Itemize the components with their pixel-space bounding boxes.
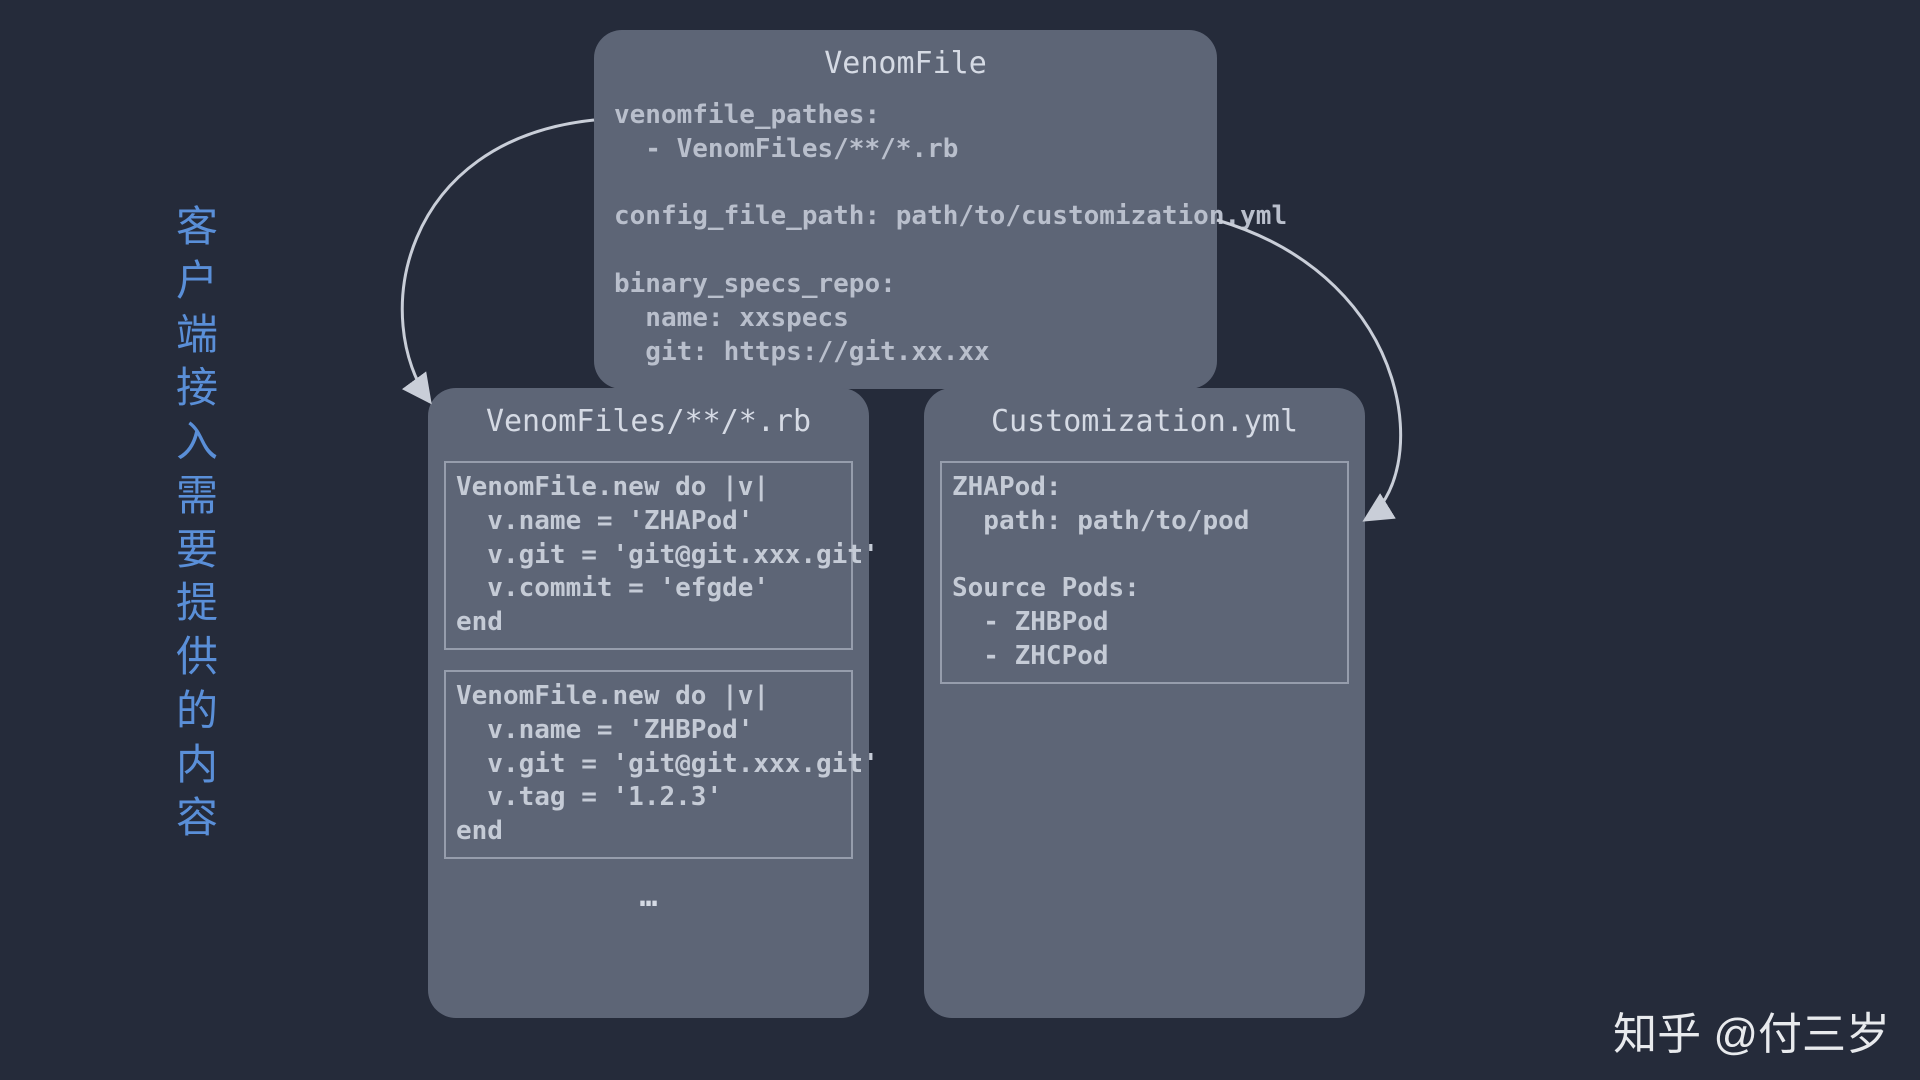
rb-code-block-2: VenomFile.new do |v| v.name = 'ZHBPod' v… — [444, 670, 853, 859]
venomfiles-rb-title: VenomFiles/**/*.rb — [428, 388, 869, 447]
customization-yml-title: Customization.yml — [924, 388, 1365, 447]
customization-yml-box: Customization.yml ZHAPod: path: path/to/… — [924, 388, 1365, 1018]
venomfile-box-content: venomfile_pathes: - VenomFiles/**/*.rb c… — [594, 89, 1217, 389]
venomfiles-rb-box: VenomFiles/**/*.rb VenomFile.new do |v| … — [428, 388, 869, 1018]
ellipsis-text: … — [428, 879, 869, 914]
venomfile-box: VenomFile venomfile_pathes: - VenomFiles… — [594, 30, 1217, 389]
customization-yml-content: ZHAPod: path: path/to/pod Source Pods: -… — [940, 461, 1349, 684]
arrow-left — [402, 120, 594, 402]
sidebar-vertical-label: 客户端接入需要提供的内容 — [175, 200, 219, 845]
watermark-text: 知乎 @付三岁 — [1613, 998, 1890, 1062]
venomfile-box-title: VenomFile — [594, 30, 1217, 89]
rb-code-block-1: VenomFile.new do |v| v.name = 'ZHAPod' v… — [444, 461, 853, 650]
